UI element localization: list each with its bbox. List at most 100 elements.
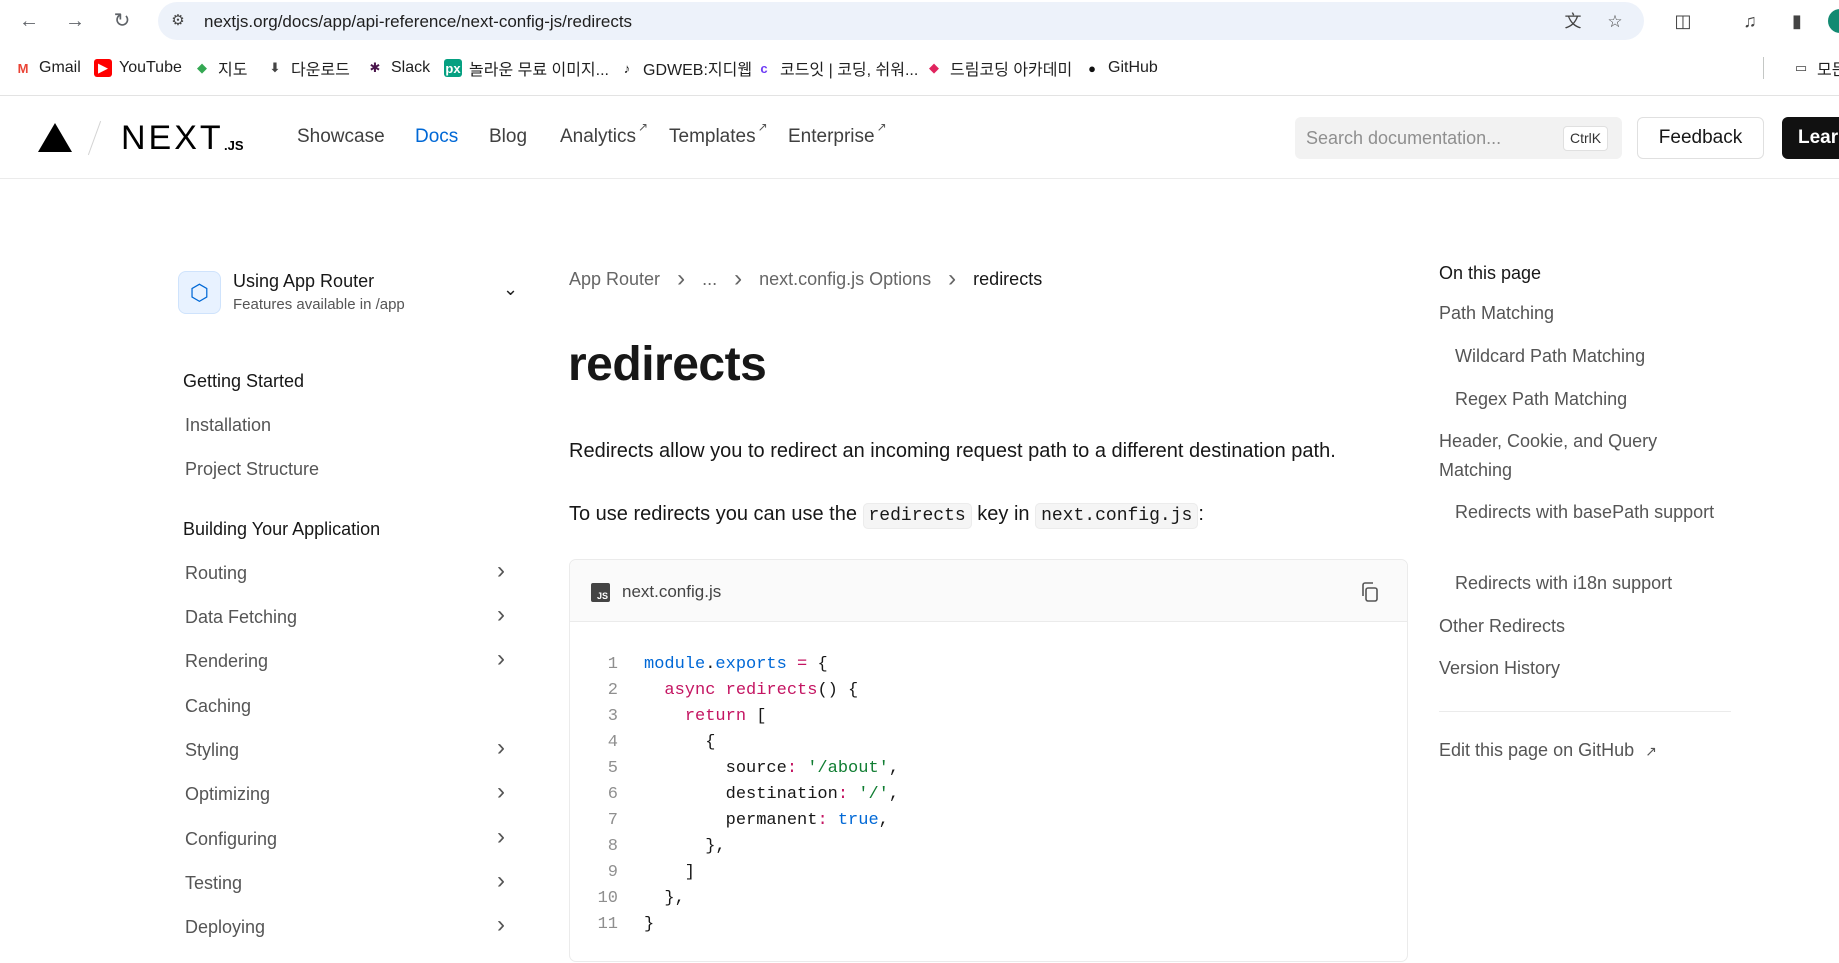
vercel-logo-icon[interactable] bbox=[38, 123, 72, 152]
breadcrumb-link[interactable]: next.config.js Options bbox=[759, 269, 931, 290]
nav-analytics[interactable]: Analytics ↗ bbox=[560, 120, 648, 148]
sidebar-item-caching[interactable]: Caching bbox=[185, 696, 505, 720]
sidebar-item-project-structure[interactable]: Project Structure bbox=[185, 459, 505, 483]
sidebar-item-rendering[interactable]: Rendering › bbox=[185, 645, 505, 675]
learn-button[interactable]: Learn bbox=[1782, 117, 1839, 159]
bookmark-item[interactable]: M Gmail bbox=[14, 57, 81, 79]
sidebar-item-configuring[interactable]: Configuring › bbox=[185, 823, 505, 853]
feedback-button[interactable]: Feedback bbox=[1637, 117, 1764, 159]
chevron-right-icon[interactable]: › bbox=[497, 601, 505, 629]
bookmark-star-icon[interactable]: ☆ bbox=[1604, 11, 1626, 33]
toc-link[interactable]: Redirects with basePath support bbox=[1455, 498, 1715, 527]
bookmark-item[interactable]: ♪ GDWEB:지디웹 bbox=[618, 57, 752, 80]
profile-avatar[interactable] bbox=[1828, 9, 1839, 33]
copy-icon[interactable] bbox=[1358, 580, 1382, 604]
breadcrumb-link[interactable]: App Router bbox=[569, 269, 660, 290]
toc-link[interactable]: Wildcard Path Matching bbox=[1455, 342, 1715, 371]
nav-docs[interactable]: Docs bbox=[415, 126, 458, 148]
sidebar-item-deploying[interactable]: Deploying › bbox=[185, 911, 505, 941]
site-settings-icon[interactable]: ⚙ bbox=[168, 11, 188, 31]
sidebar-item-label: Styling bbox=[185, 740, 240, 760]
sidebar-item-installation[interactable]: Installation bbox=[185, 415, 505, 439]
code-token: , bbox=[888, 759, 900, 778]
toc-link[interactable]: Header, Cookie, and Query Matching bbox=[1439, 427, 1709, 485]
code-line: 9 ] bbox=[570, 860, 1407, 886]
nav-templates[interactable]: Templates ↗ bbox=[669, 120, 768, 148]
bookmark-item[interactable]: ● GitHub bbox=[1083, 57, 1158, 79]
sidebar-heading: Building Your Application bbox=[183, 519, 381, 539]
logo-divider bbox=[87, 120, 102, 156]
sidebar-item-styling[interactable]: Styling › bbox=[185, 734, 505, 764]
breadcrumb-link[interactable]: ... bbox=[702, 269, 717, 290]
nav-blog[interactable]: Blog bbox=[489, 126, 527, 148]
sidebar-item-testing[interactable]: Testing › bbox=[185, 867, 505, 897]
search-box[interactable]: CtrlK bbox=[1295, 117, 1622, 159]
code-line: 1 module.exports = { bbox=[570, 652, 1407, 678]
sidebar-item-routing[interactable]: Routing › bbox=[185, 557, 505, 587]
sidebar-item-data-fetching[interactable]: Data Fetching › bbox=[185, 601, 505, 631]
sidebar-item-optimizing[interactable]: Optimizing › bbox=[185, 778, 505, 808]
code-token: permanent bbox=[644, 811, 818, 830]
chevron-right-icon[interactable]: › bbox=[497, 557, 505, 585]
code-token: : bbox=[786, 759, 798, 778]
chevron-right-icon[interactable]: › bbox=[497, 823, 505, 851]
sidebar-item-label: Deploying bbox=[185, 917, 266, 937]
chevron-right-icon[interactable]: › bbox=[497, 645, 505, 673]
line-number: 11 bbox=[597, 915, 618, 934]
chevron-right-icon[interactable]: › bbox=[497, 911, 505, 939]
toc-link[interactable]: Version History bbox=[1439, 654, 1709, 683]
bookmark-item[interactable]: c 코드잇 | 코딩, 쉬워... bbox=[755, 57, 919, 80]
router-selector[interactable]: ⬡ Using App Router Features available in… bbox=[178, 269, 528, 319]
code-token: : bbox=[817, 811, 828, 830]
bookmark-label: 드림코딩 아카데미 bbox=[950, 62, 1073, 79]
bookmark-label: 코드잇 | 코딩, 쉬워... bbox=[780, 62, 919, 79]
code-line: 6 destination: '/', bbox=[570, 782, 1407, 808]
reload-icon[interactable]: ↻ bbox=[109, 8, 135, 34]
usage-text-suffix: : bbox=[1198, 503, 1204, 525]
nextjs-logo[interactable]: NEXT bbox=[121, 119, 224, 158]
code-content: }, bbox=[644, 886, 684, 912]
page-title: redirects bbox=[568, 338, 767, 391]
address-bar[interactable]: ⚙ nextjs.org/docs/app/api-reference/next… bbox=[158, 2, 1644, 40]
sidebar-item-label: Data Fetching bbox=[185, 607, 298, 627]
forward-icon[interactable]: → bbox=[62, 8, 88, 34]
line-number: 10 bbox=[597, 889, 618, 908]
toc-link[interactable]: Other Redirects bbox=[1439, 612, 1709, 641]
nav-label: Docs bbox=[415, 126, 459, 147]
chevron-right-icon[interactable]: › bbox=[497, 734, 505, 762]
bookmark-item[interactable]: ◆ 드림코딩 아카데미 bbox=[925, 57, 1072, 79]
bookmark-item[interactable]: px 놀라운 무료 이미지... bbox=[444, 57, 609, 79]
chevron-right-icon[interactable]: › bbox=[497, 778, 505, 806]
bookmark-item[interactable]: ⬇ 다운로드 bbox=[266, 57, 350, 79]
router-subtitle: Features available in /app bbox=[233, 296, 405, 313]
back-icon[interactable]: ← bbox=[16, 8, 42, 34]
code-content: ] bbox=[644, 860, 695, 886]
browser-toolbar: ← → ↻ ⚙ nextjs.org/docs/app/api-referenc… bbox=[0, 0, 1839, 42]
code-token: { bbox=[644, 733, 716, 752]
translate-icon[interactable]: 文 bbox=[1562, 11, 1584, 33]
toc-link[interactable]: Redirects with i18n support bbox=[1455, 569, 1715, 598]
address-url[interactable]: nextjs.org/docs/app/api-reference/next-c… bbox=[204, 12, 632, 32]
bookmark-item[interactable]: ▶ YouTube bbox=[94, 57, 182, 79]
bookmark-item[interactable]: ◆ 지도 bbox=[193, 57, 247, 79]
line-number: 1 bbox=[607, 655, 618, 674]
toc-link[interactable]: Regex Path Matching bbox=[1455, 385, 1715, 414]
code-token: : bbox=[837, 785, 849, 804]
code-token: '/about' bbox=[807, 759, 889, 778]
media-control-icon[interactable]: ♫ bbox=[1737, 8, 1763, 34]
sidebar-item-label: Routing bbox=[185, 563, 248, 583]
chevron-right-icon[interactable]: › bbox=[497, 867, 505, 895]
search-input[interactable] bbox=[1295, 117, 1555, 159]
extensions-icon[interactable]: ◫ bbox=[1670, 8, 1696, 34]
edit-on-github-link[interactable]: Edit this page on GitHub ↗ bbox=[1439, 740, 1657, 761]
code-token: ] bbox=[644, 863, 696, 882]
side-panel-icon[interactable]: ▮ bbox=[1784, 8, 1810, 34]
code-token: } bbox=[644, 915, 655, 934]
bookmark-item[interactable]: ▭ 모든 bbox=[1792, 57, 1839, 79]
bookmark-item[interactable]: ✱ Slack bbox=[366, 57, 431, 79]
nav-showcase[interactable]: Showcase bbox=[297, 126, 385, 148]
bookmarks-bar: M Gmail ▶ YouTube ◆ 지도 ⬇ 다운로드 ✱ Slack px 놀라운 무료 이미지… bbox=[0, 48, 1839, 88]
nav-enterprise[interactable]: Enterprise ↗ bbox=[788, 120, 887, 148]
chevron-down-icon[interactable]: ⌄ bbox=[503, 279, 518, 300]
toc-link[interactable]: Path Matching bbox=[1439, 299, 1709, 328]
